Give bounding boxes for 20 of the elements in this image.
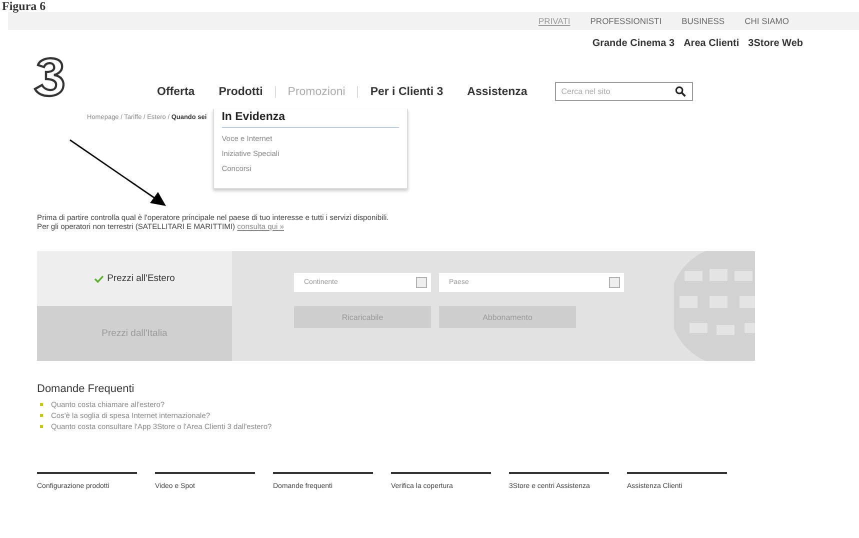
segment-link[interactable]: CHI SIAMO [744, 16, 789, 26]
nav-tab[interactable]: Prodotti [206, 86, 275, 98]
bullet-icon [40, 414, 43, 417]
menu-heading: In Evidenza [222, 111, 399, 128]
price-tab[interactable]: Prezzi all'Estero [37, 251, 232, 306]
segment-link[interactable]: PROFESSIONISTI [590, 16, 662, 26]
check-icon [94, 274, 104, 282]
nav-tab[interactable]: Per i Clienti 3 [358, 86, 456, 98]
section-title: Domande Frequenti [37, 383, 136, 395]
nav-tab[interactable]: Offerta [145, 86, 207, 98]
search-icon[interactable] [675, 86, 686, 97]
bullet-icon [40, 403, 43, 406]
quick-link[interactable]: Grande Cinema 3 [592, 38, 675, 49]
figure-caption: Figura 6 [1, 0, 47, 12]
segment-link[interactable]: BUSINESS [682, 16, 725, 26]
quick-link[interactable]: Area Clienti [684, 38, 740, 49]
nav-tab[interactable]: Assistenza [455, 86, 540, 98]
search-field[interactable]: Cerca nel sito [555, 82, 694, 101]
quick-link[interactable]: 3Store Web [748, 38, 803, 49]
bullet-icon [40, 425, 43, 428]
